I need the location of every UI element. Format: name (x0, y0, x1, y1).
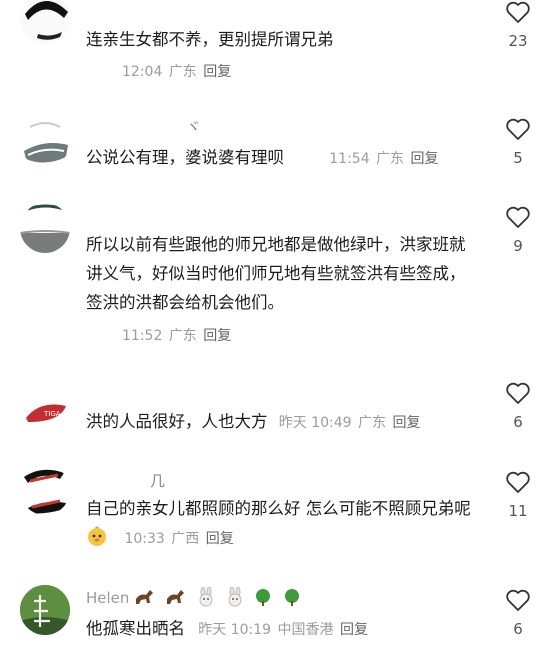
heart-outline-icon (506, 1, 530, 23)
horse-emoji (134, 587, 156, 611)
heart-outline-icon (506, 589, 530, 611)
avatar[interactable]: TIGA (20, 392, 70, 442)
heart-outline-icon (506, 471, 530, 493)
comment-meta: 昨天 10:49 广东 回复 (279, 415, 423, 431)
comment-time: 11:54 (329, 151, 370, 167)
heart-outline-icon (506, 382, 530, 404)
like-count: 6 (513, 620, 523, 638)
reply-button[interactable]: 回复 (392, 415, 420, 431)
rabbit-emoji (225, 586, 245, 611)
rabbit-emoji (196, 586, 216, 611)
comment-time: 昨天 10:19 (198, 622, 272, 638)
comment-text: 他孤寒出晒名 昨天 10:19 中国香港 回复 (86, 614, 506, 645)
comment-meta: 10:33 广西 回复 (120, 531, 236, 547)
comment-text: 自己的亲女儿都照顾的那么好 怎么可能不照顾兄弟呢 10:33 广西 回复 (86, 494, 476, 556)
comment-location: 广东 (168, 64, 197, 80)
comment-text: 所以以前有些跟他的师兄地都是做他绿叶，洪家班就讲义气，好似当时他们师兄地有些就签… (86, 235, 466, 312)
like-button[interactable]: 6 (500, 588, 536, 638)
horse-emoji (165, 587, 187, 611)
avatar[interactable] (20, 117, 70, 167)
tree-emoji (282, 587, 302, 611)
comment-meta: 12:04 广东 回复 (122, 61, 233, 81)
like-button[interactable]: 23 (500, 0, 536, 50)
comment-author[interactable]: 几 (150, 470, 165, 491)
like-count: 23 (508, 32, 528, 50)
comment-time: 昨天 10:49 (278, 415, 352, 431)
avatar[interactable] (20, 585, 70, 635)
comment-meta: 11:52 广东 回复 (122, 325, 233, 345)
comment-meta: 11:54 广东 回复 (329, 151, 440, 167)
like-count: 9 (513, 237, 523, 255)
heart-outline-icon (506, 118, 530, 140)
like-button[interactable]: 5 (500, 117, 536, 167)
like-button[interactable]: 9 (500, 205, 536, 255)
reply-button[interactable]: 回复 (203, 64, 231, 80)
comment-location: 中国香港 (277, 622, 334, 638)
avatar[interactable] (20, 0, 70, 44)
like-count: 5 (513, 149, 523, 167)
svg-text:TIGA: TIGA (43, 410, 61, 418)
like-count: 6 (513, 413, 523, 431)
comment-author[interactable]: Helen (86, 586, 304, 611)
comment-meta: 昨天 10:19 中国香港 回复 (198, 622, 370, 638)
comment-time: 11:52 (122, 328, 163, 344)
comment-text: 洪的人品很好，人也大方 昨天 10:49 广东 回复 (86, 407, 506, 438)
reply-button[interactable]: 回复 (203, 328, 231, 344)
author-name: Helen (86, 589, 130, 607)
reply-button[interactable]: 回复 (340, 622, 368, 638)
comment-location: 广东 (168, 328, 197, 344)
comment-text-content: 自己的亲女儿都照顾的那么好 怎么可能不照顾兄弟呢 (86, 499, 471, 518)
comment-text-content: 洪的人品很好，人也大方 (86, 412, 268, 431)
avatar[interactable] (20, 465, 70, 515)
comment-location: 广东 (358, 415, 386, 431)
comment-time: 10:33 (124, 531, 165, 547)
cute-face-emoji (86, 525, 108, 556)
tree-emoji (253, 587, 273, 611)
comment-time: 12:04 (122, 64, 163, 80)
heart-outline-icon (506, 206, 530, 228)
comment-author[interactable]: ヾ (186, 116, 201, 137)
comment-text-content: 公说公有理，婆说婆有理呗 (86, 148, 284, 167)
comment-location: 广东 (376, 151, 405, 167)
like-count: 11 (508, 502, 528, 520)
reply-button[interactable]: 回复 (206, 531, 234, 547)
avatar[interactable] (20, 203, 70, 253)
like-button[interactable]: 6 (500, 381, 536, 431)
comment-text-content: 他孤寒出晒名 (86, 619, 185, 638)
like-button[interactable]: 11 (500, 470, 536, 520)
name-emojis (134, 586, 304, 607)
reply-button[interactable]: 回复 (411, 151, 439, 167)
comment-text: 连亲生女都不养，更别提所谓兄弟 (86, 30, 334, 49)
comment-location: 广西 (171, 531, 200, 547)
comment-text: 公说公有理，婆说婆有理呗 11:54 广东 回复 (86, 143, 506, 174)
